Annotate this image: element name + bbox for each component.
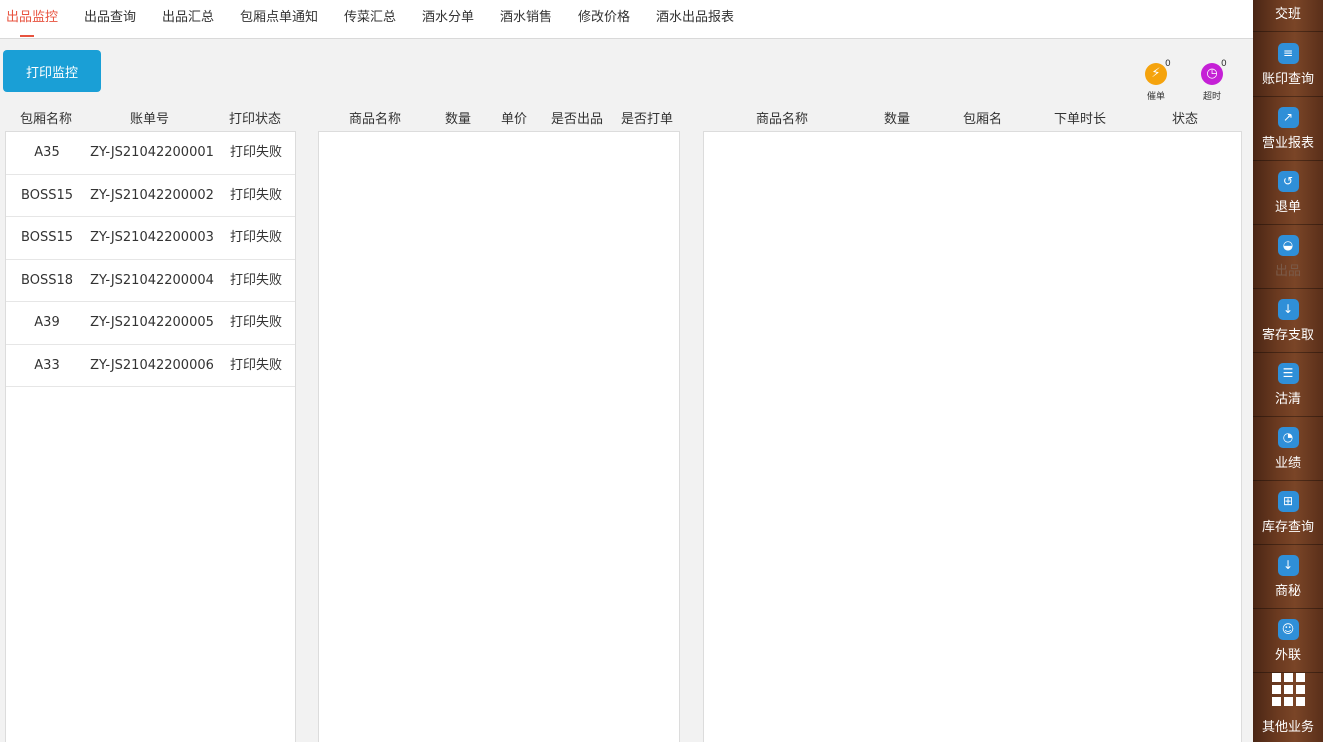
tab-output-summary[interactable]: 出品汇总 xyxy=(162,0,214,39)
tab-drinks-split[interactable]: 酒水分单 xyxy=(422,0,474,39)
print-status: 打印失败 xyxy=(229,145,282,160)
people-icon: ☺ xyxy=(1277,619,1299,640)
bill-number: ZY-JS21042200003 xyxy=(90,230,214,245)
table-row[interactable]: A35 ZY-JS21042200001 打印失败 xyxy=(6,132,295,175)
alarm-icon: ◷ xyxy=(1201,63,1223,85)
header-is-printed: 是否打单 xyxy=(621,112,674,127)
overtime-count: 0 xyxy=(1221,59,1227,69)
sidebar-item-other-business[interactable]: 其他业务 xyxy=(1253,664,1323,742)
right-sidebar: 交班 ≡ 账印查询 ↗ 营业报表 ↺ 退单 ◒ 出品 ↓ 寄存支取 ☰ 沽清 ◔… xyxy=(1253,0,1323,742)
urge-alert[interactable]: ⚡ 0 催单 xyxy=(1141,59,1171,102)
header-status: 状态 xyxy=(1172,112,1199,127)
tab-output-monitor[interactable]: 出品监控 xyxy=(6,0,58,39)
print-status: 打印失败 xyxy=(229,357,282,373)
print-status: 打印失败 xyxy=(229,315,282,330)
tab-drinks-sales[interactable]: 酒水销售 xyxy=(500,0,552,39)
sidebar-item-receipt-query[interactable]: ≡ 账印查询 xyxy=(1253,33,1323,97)
tab-room-order-notice[interactable]: 包厢点单通知 xyxy=(240,0,318,39)
download-icon: ↓ xyxy=(1277,299,1299,320)
apps-grid-icon xyxy=(1271,673,1305,706)
overtime-label: 超时 xyxy=(1202,92,1221,102)
bill-number: ZY-JS21042200002 xyxy=(90,187,214,203)
header-is-output: 是否出品 xyxy=(551,112,604,127)
receipt-icon: ≡ xyxy=(1277,43,1299,64)
bill-number: ZY-JS21042200005 xyxy=(90,315,214,330)
table-row[interactable]: A39 ZY-JS21042200005 打印失败 xyxy=(6,302,295,345)
bill-number: ZY-JS21042200001 xyxy=(90,145,214,160)
dish-icon: ◒ xyxy=(1277,235,1299,256)
tab-serving-summary[interactable]: 传菜汇总 xyxy=(344,0,396,39)
lightning-icon: ⚡ xyxy=(1145,63,1167,85)
sidebar-item-performance[interactable]: ◔ 业绩 xyxy=(1253,417,1323,481)
sidebar-item-output[interactable]: ◒ 出品 xyxy=(1253,225,1323,289)
header-room-name: 包厢名称 xyxy=(20,112,73,127)
sidebar-item-inventory[interactable]: ⊞ 库存查询 xyxy=(1253,481,1323,545)
header-unit-price: 单价 xyxy=(501,112,528,127)
list-icon: ☰ xyxy=(1277,363,1299,384)
bill-number: ZY-JS21042200004 xyxy=(90,272,214,288)
sidebar-item-business-secretary[interactable]: ↓ 商秘 xyxy=(1253,545,1323,609)
header-quantity: 数量 xyxy=(445,112,472,127)
header-quantity-2: 数量 xyxy=(884,112,911,127)
report-icon: ↗ xyxy=(1277,107,1299,128)
top-tab-bar: 出品监控 出品查询 出品汇总 包厢点单通知 传菜汇总 酒水分单 酒水销售 修改价… xyxy=(0,0,1253,39)
room-name: A39 xyxy=(34,315,60,330)
tab-output-query[interactable]: 出品查询 xyxy=(84,0,136,39)
table-row[interactable]: BOSS15 ZY-JS21042200002 打印失败 xyxy=(6,175,295,217)
tab-drinks-output-report[interactable]: 酒水出品报表 xyxy=(656,0,734,39)
pie-chart-icon: ◔ xyxy=(1277,427,1299,448)
sidebar-item-business-report[interactable]: ↗ 营业报表 xyxy=(1253,97,1323,161)
print-status: 打印失败 xyxy=(229,230,282,245)
header-order-duration: 下单时长 xyxy=(1054,112,1107,127)
sidebar-item-deposit[interactable]: ↓ 寄存支取 xyxy=(1253,289,1323,353)
download-icon: ↓ xyxy=(1277,555,1299,576)
room-name: A33 xyxy=(34,357,60,373)
header-print-status: 打印状态 xyxy=(229,112,282,127)
return-icon: ↺ xyxy=(1277,171,1299,192)
order-status-panel xyxy=(703,131,1242,742)
print-monitor-button[interactable]: 打印监控 xyxy=(3,50,101,92)
tab-modify-price[interactable]: 修改价格 xyxy=(578,0,630,39)
room-name: BOSS15 xyxy=(21,230,73,245)
table-row[interactable]: A33 ZY-JS21042200006 打印失败 xyxy=(6,345,295,387)
product-detail-panel xyxy=(318,131,680,742)
urge-label: 催单 xyxy=(1146,92,1165,102)
room-name: A35 xyxy=(34,145,60,160)
print-status: 打印失败 xyxy=(229,272,282,288)
header-bill-no: 账单号 xyxy=(130,112,170,127)
room-name: BOSS15 xyxy=(21,187,73,203)
urge-count: 0 xyxy=(1165,59,1171,69)
header-product-name-2: 商品名称 xyxy=(756,112,809,127)
overtime-alert[interactable]: ◷ 0 超时 xyxy=(1197,59,1227,102)
bill-number: ZY-JS21042200006 xyxy=(90,357,214,373)
table-row[interactable]: BOSS18 ZY-JS21042200004 打印失败 xyxy=(6,260,295,302)
header-product-name: 商品名称 xyxy=(349,112,402,127)
bill-list-panel: A35 ZY-JS21042200001 打印失败 BOSS15 ZY-JS21… xyxy=(5,131,296,742)
grid-icon: ⊞ xyxy=(1277,491,1299,512)
sidebar-item-sold-out[interactable]: ☰ 沽清 xyxy=(1253,353,1323,417)
table-row[interactable]: BOSS15 ZY-JS21042200003 打印失败 xyxy=(6,217,295,260)
sidebar-item-return[interactable]: ↺ 退单 xyxy=(1253,161,1323,225)
header-room: 包厢名 xyxy=(963,112,1003,127)
print-status: 打印失败 xyxy=(229,187,282,203)
shift-change-button[interactable]: 交班 xyxy=(1253,0,1323,32)
room-name: BOSS18 xyxy=(21,272,73,288)
